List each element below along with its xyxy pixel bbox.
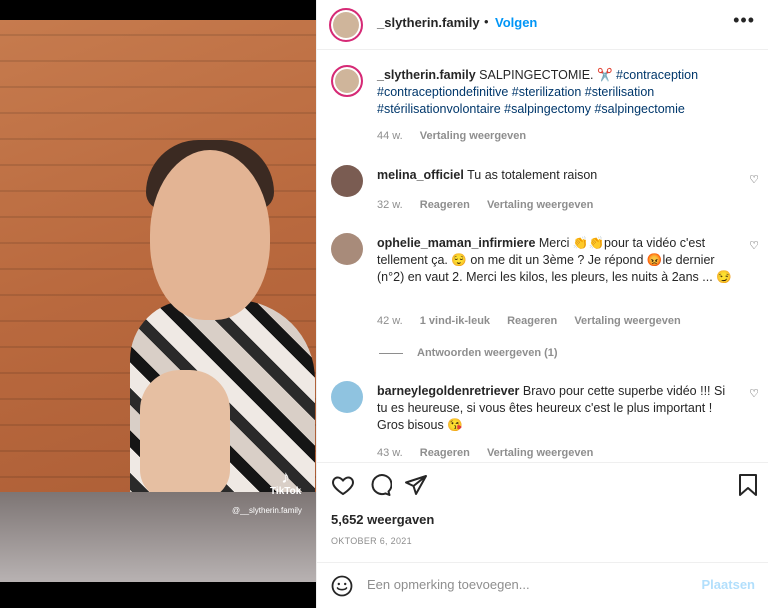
more-options-icon[interactable]: ••• — [733, 10, 755, 31]
commenter-username[interactable]: barneylegoldenretriever — [377, 384, 519, 398]
caption-body: SALPINGECTOMIE. ✂️ — [479, 68, 613, 82]
video-frame[interactable]: ♪ TikTok @__slytherin.family — [0, 20, 316, 582]
comments-list[interactable]: _slytherin.family SALPINGECTOMIE. ✂️ #co… — [317, 51, 768, 461]
comment-age: 43 w. — [377, 447, 403, 459]
translate-link[interactable]: Vertaling weergeven — [487, 447, 593, 459]
post-media[interactable]: ♪ TikTok @__slytherin.family — [0, 0, 316, 608]
commenter-username[interactable]: ophelie_maman_infirmiere — [377, 236, 535, 250]
tiktok-logo-icon: ♪ — [281, 467, 291, 487]
comment-like-heart-icon[interactable]: ♡ — [749, 239, 759, 252]
action-bar — [317, 462, 768, 506]
paper-plane-icon[interactable] — [404, 473, 428, 500]
waving-hand-shape — [140, 370, 230, 500]
comment-age: 42 w. — [377, 315, 403, 327]
reply-button[interactable]: Reageren — [420, 447, 470, 459]
caption-username[interactable]: _slytherin.family — [377, 68, 476, 82]
view-replies-button[interactable]: Antwoorden weergeven (1) — [379, 347, 558, 359]
comment-text: ophelie_maman_infirmiere Merci 👏👏pour ta… — [377, 235, 737, 286]
caption-translate-link[interactable]: Vertaling weergeven — [420, 130, 526, 142]
caption-text: _slytherin.family SALPINGECTOMIE. ✂️ #co… — [377, 67, 737, 118]
comment-age: 32 w. — [377, 199, 403, 211]
translate-link[interactable]: Vertaling weergeven — [487, 199, 593, 211]
post-comment-button[interactable]: Plaatsen — [702, 577, 755, 592]
translate-link[interactable]: Vertaling weergeven — [574, 315, 680, 327]
post-date: OKTOBER 6, 2021 — [331, 536, 412, 546]
tiktok-watermark-label: TikTok — [270, 486, 302, 497]
face-shape — [150, 150, 270, 320]
commenter-avatar[interactable] — [331, 233, 363, 265]
tiktok-handle: @__slytherin.family — [232, 506, 302, 515]
follow-button[interactable]: Volgen — [495, 15, 537, 30]
author-avatar[interactable] — [329, 8, 363, 42]
replies-divider-line — [379, 352, 403, 354]
comment-like-heart-icon[interactable]: ♡ — [749, 173, 759, 186]
post-details-panel: _slytherin.family • Volgen ••• _slytheri… — [316, 0, 768, 608]
comment-text: melina_officiel Tu as totalement raison — [377, 167, 737, 184]
reply-button[interactable]: Reageren — [420, 199, 470, 211]
bookmark-icon[interactable] — [737, 473, 759, 500]
comment-input[interactable] — [367, 577, 687, 592]
header-separator: • — [484, 14, 489, 29]
commenter-avatar[interactable] — [331, 381, 363, 413]
heart-icon[interactable] — [331, 473, 355, 500]
emoji-icon[interactable] — [331, 575, 353, 600]
caption-age: 44 w. — [377, 130, 403, 142]
comment-meta: 42 w. 1 vind-ik-leuk Reageren Vertaling … — [377, 315, 695, 327]
post-header: _slytherin.family • Volgen ••• — [317, 0, 768, 50]
comment-composer: Plaatsen — [317, 562, 768, 608]
view-replies-label: Antwoorden weergeven (1) — [417, 347, 558, 359]
view-count[interactable]: 5,652 weergaven — [331, 512, 434, 527]
comment-text: barneylegoldenretriever Bravo pour cette… — [377, 383, 737, 434]
caption-meta: 44 w. Vertaling weergeven — [377, 130, 540, 142]
commenter-username[interactable]: melina_officiel — [377, 168, 464, 182]
comment-icon[interactable] — [368, 473, 393, 500]
comment-meta: 32 w. Reageren Vertaling weergeven — [377, 199, 607, 211]
comment-like-heart-icon[interactable]: ♡ — [749, 387, 759, 400]
comment-body: Tu as totalement raison — [467, 168, 598, 182]
reply-button[interactable]: Reageren — [507, 315, 557, 327]
commenter-avatar[interactable] — [331, 165, 363, 197]
tiktok-watermark: ♪ TikTok — [270, 468, 301, 497]
comment-meta: 43 w. Reageren Vertaling weergeven — [377, 447, 607, 459]
caption-author-avatar[interactable] — [331, 65, 363, 97]
comment-likes-count[interactable]: 1 vind-ik-leuk — [420, 315, 490, 327]
author-username[interactable]: _slytherin.family — [377, 15, 480, 30]
